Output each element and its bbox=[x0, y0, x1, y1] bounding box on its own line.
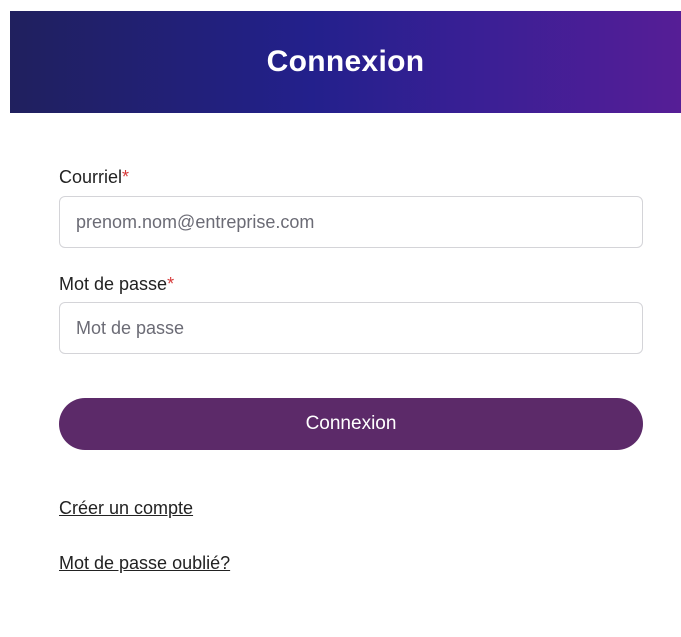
password-required-mark: * bbox=[167, 274, 175, 294]
email-label: Courriel* bbox=[59, 167, 129, 188]
password-label: Mot de passe* bbox=[59, 274, 174, 295]
password-field[interactable] bbox=[59, 302, 643, 354]
login-button[interactable]: Connexion bbox=[59, 398, 643, 450]
email-label-text: Courriel bbox=[59, 167, 123, 187]
email-field[interactable] bbox=[59, 196, 643, 248]
create-account-link[interactable]: Créer un compte bbox=[59, 498, 193, 519]
login-header: Connexion bbox=[10, 11, 681, 113]
email-required-mark: * bbox=[122, 167, 130, 187]
page-title: Connexion bbox=[266, 45, 425, 78]
forgot-password-link[interactable]: Mot de passe oublié? bbox=[59, 553, 230, 574]
password-label-text: Mot de passe bbox=[59, 274, 168, 294]
